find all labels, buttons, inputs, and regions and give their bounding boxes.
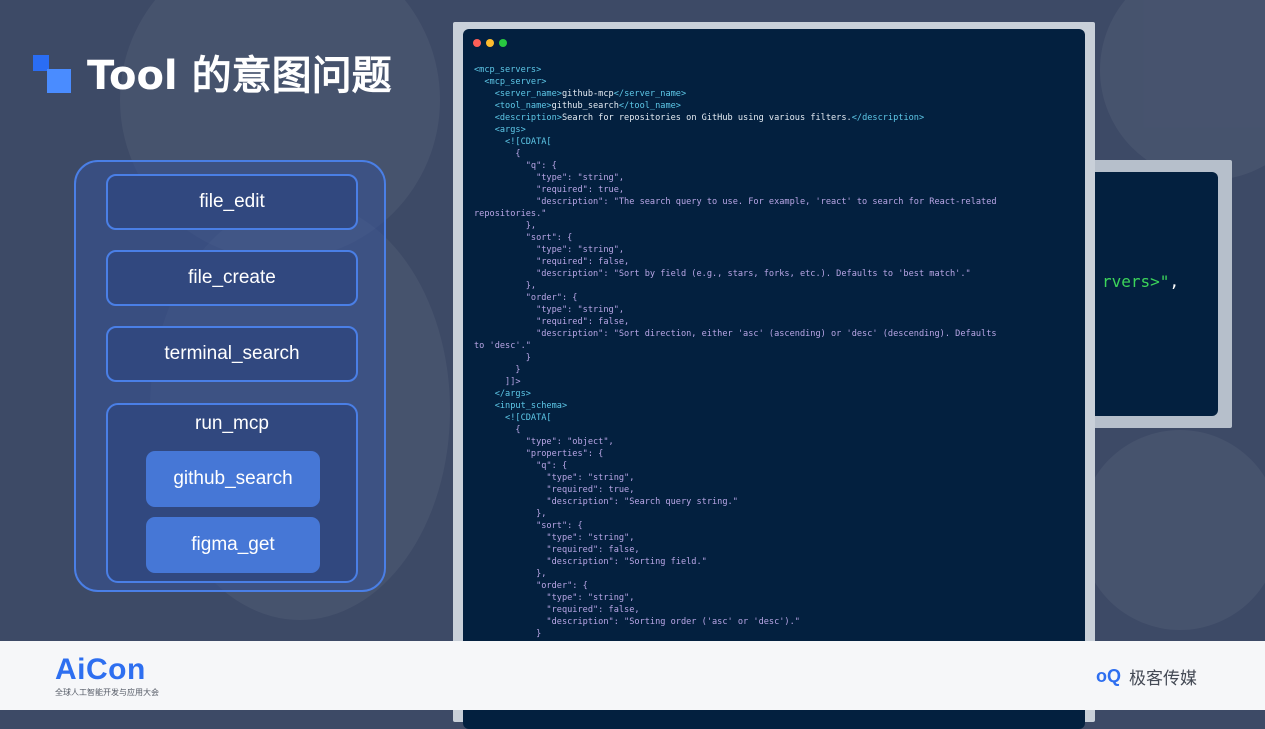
code-line: <mcp_servers> <box>474 65 542 75</box>
code-line: { <box>474 149 521 159</box>
geek-logo-mark: oQ <box>1096 665 1121 686</box>
code-line: "description": "Sort by field (e.g., sta… <box>474 269 971 279</box>
code-line: "type": "string", <box>474 305 625 315</box>
maximize-dot-icon <box>499 39 507 47</box>
code-line: "type": "string", <box>474 473 635 483</box>
code-line: { <box>474 425 521 435</box>
code-window-frame: <mcp_servers> <mcp_server> <server_name>… <box>453 22 1095 729</box>
code-line: }, <box>474 569 547 579</box>
code-line: "required": true, <box>474 485 635 495</box>
code-line: "description": "Sort direction, either '… <box>474 329 997 339</box>
geek-logo-text: 极客传媒 <box>1129 668 1197 689</box>
code-line: } <box>474 365 521 375</box>
code-line: "q": { <box>474 461 568 471</box>
code-line: "sort": { <box>474 521 583 531</box>
code-line: "order": { <box>474 293 578 303</box>
aicon-logo: AiCon <box>55 653 146 686</box>
close-dot-icon <box>473 39 481 47</box>
code-line: "type": "string", <box>474 533 635 543</box>
sub-tool-github-search[interactable]: github_search <box>146 451 320 507</box>
code-line: "properties": { <box>474 449 604 459</box>
background-code-snippet: rvers>", <box>1102 272 1180 291</box>
code-line: "order": { <box>474 581 588 591</box>
code-line: }, <box>474 221 537 231</box>
code-line: }, <box>474 281 537 291</box>
code-line: }, <box>474 509 547 519</box>
code-line: <args> <box>474 125 526 135</box>
code-line: <mcp_server> <box>474 77 547 87</box>
footer-bar: AiCon 全球人工智能开发与应用大会 oQ 极客传媒 <box>0 641 1265 710</box>
code-line: repositories." <box>474 209 547 219</box>
code-line: to 'desc'." <box>474 341 531 351</box>
code-line: "required": false, <box>474 317 630 327</box>
code-line: "description": "Sorting order ('asc' or … <box>474 617 800 627</box>
square-logo-icon <box>33 55 73 95</box>
code-line: <![CDATA[ <box>474 413 552 423</box>
geek-media-logo: oQ 极客传媒 <box>1096 663 1197 689</box>
tool-group-label: run_mcp <box>195 413 269 434</box>
code-line: <input_schema> <box>474 401 568 411</box>
code-line: "sort": { <box>474 233 573 243</box>
aicon-subtitle: 全球人工智能开发与应用大会 <box>55 688 159 697</box>
code-line: <description>Search for repositories on … <box>474 113 925 123</box>
code-line: "required": false, <box>474 545 640 555</box>
sub-tool-figma-get[interactable]: figma_get <box>146 517 320 573</box>
code-line: } <box>474 353 531 363</box>
tool-item-file-create[interactable]: file_create <box>106 250 358 306</box>
code-line: "description": "Search query string." <box>474 497 738 507</box>
minimize-dot-icon <box>486 39 494 47</box>
code-line: "type": "object", <box>474 437 614 447</box>
code-line: <server_name>github-mcp</server_name> <box>474 89 687 99</box>
code-line: "description": "The search query to use.… <box>474 197 997 207</box>
tool-group-run-mcp[interactable]: run_mcp github_search figma_get <box>106 403 358 583</box>
code-line: "q": { <box>474 161 557 171</box>
background-code-pane: rvers>", <box>1082 172 1218 416</box>
code-line: </args> <box>474 389 531 399</box>
code-window: <mcp_servers> <mcp_server> <server_name>… <box>463 29 1085 729</box>
code-line: "description": "Sorting field." <box>474 557 707 567</box>
code-line: "type": "string", <box>474 245 625 255</box>
tool-item-terminal-search[interactable]: terminal_search <box>106 326 358 382</box>
code-line: <tool_name>github_search</tool_name> <box>474 101 681 111</box>
code-line: "type": "string", <box>474 593 635 603</box>
code-line: "required": false, <box>474 605 640 615</box>
tool-item-file-edit[interactable]: file_edit <box>106 174 358 230</box>
code-line: <![CDATA[ <box>474 137 552 147</box>
code-line: "type": "string", <box>474 173 625 183</box>
code-block: <mcp_servers> <mcp_server> <server_name>… <box>474 64 1079 712</box>
page-title: Tool 的意图问题 <box>87 53 392 99</box>
tool-list-panel: file_edit file_create terminal_search ru… <box>74 160 386 592</box>
code-line: "required": false, <box>474 257 630 267</box>
code-line: } <box>474 629 542 639</box>
window-controls <box>473 39 507 47</box>
code-line: ]]> <box>474 377 521 387</box>
code-line: "required": true, <box>474 185 625 195</box>
